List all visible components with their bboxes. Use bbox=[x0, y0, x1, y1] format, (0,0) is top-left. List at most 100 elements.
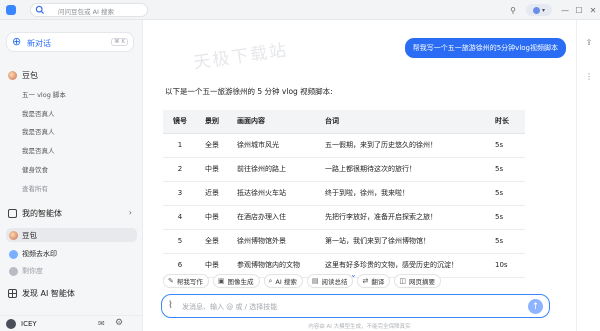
table-header-row: 镜号 景别 画面内容 台词 时长 bbox=[163, 110, 525, 134]
title-bar: 问问豆包或 AI 搜索 ⚲ ▾ — ☐ ✕ bbox=[0, 0, 600, 20]
book-icon: ▤ bbox=[311, 277, 319, 285]
translate-icon: ⇄ bbox=[362, 277, 369, 285]
chip-label: 翻译 bbox=[371, 278, 385, 286]
new-chat-label: 新对话 bbox=[27, 39, 51, 48]
chat-area: 天极下载站 帮我写一个五一旅游徐州的5分钟vlog视频脚本 以下是一个五一旅游徐… bbox=[143, 20, 576, 331]
app-logo bbox=[6, 5, 16, 15]
agent-item-watermark[interactable]: 视频去水印 bbox=[6, 247, 137, 261]
table-cell: 5s bbox=[487, 181, 525, 206]
input-placeholder: 发消息、输入 @ 或 / 选择技能 bbox=[182, 303, 278, 311]
tool-chip-translate[interactable]: ⇄ 翻译 bbox=[357, 274, 391, 288]
history-item[interactable]: 健身饮食 bbox=[22, 164, 48, 174]
agent-label: 豆包 bbox=[22, 230, 37, 240]
my-agents-label: 我的智能体 bbox=[22, 209, 62, 218]
search-box[interactable]: 问问豆包或 AI 搜索 bbox=[30, 3, 148, 17]
tool-chip-image[interactable]: ▣ 图像生成 bbox=[212, 274, 260, 288]
table-cell: 5s bbox=[487, 229, 525, 254]
table-row: 5 全景 徐州博物馆外景 第一站，我们来到了徐州博物馆！ 5s bbox=[163, 229, 525, 254]
table-cell: 终于到啦，徐州，我来啦！ bbox=[317, 181, 487, 206]
tool-chip-webpage[interactable]: ◫ 网页摘要 bbox=[394, 274, 441, 288]
assistant-intro-text: 以下是一个五一旅游徐州的 5 分钟 vlog 视频脚本: bbox=[165, 87, 333, 96]
watermark: 天极下载站 bbox=[192, 40, 290, 74]
table-cell: 中景 bbox=[197, 157, 229, 182]
new-chat-button[interactable]: ⊕ 新对话 ⌘ K bbox=[6, 32, 134, 52]
doubao-label: 豆包 bbox=[22, 71, 38, 80]
table-header: 画面内容 bbox=[229, 110, 317, 134]
table-header: 镜号 bbox=[163, 110, 197, 134]
shortcut-hint: ⌘ K bbox=[111, 38, 128, 46]
user-avatar[interactable] bbox=[6, 319, 16, 329]
tool-chip-summary[interactable]: ▤ 阅读总结 bbox=[306, 274, 354, 288]
history-item[interactable]: 我是否真人 bbox=[22, 126, 55, 136]
user-footer: ICEY ✉ ⚙ bbox=[0, 315, 143, 331]
table-cell: 5s bbox=[487, 157, 525, 182]
maximize-icon[interactable]: ☐ bbox=[572, 3, 586, 17]
attach-icon[interactable]: ⌇ bbox=[168, 300, 173, 311]
table-cell: 中景 bbox=[197, 205, 229, 230]
history-item[interactable]: 我是否真人 bbox=[22, 108, 55, 118]
history-item[interactable]: 五一 vlog 脚本 bbox=[22, 89, 66, 99]
skill-toolbar: ✎ 帮我写作 ▣ 图像生成 ⌕ AI 搜索 ▤ 阅读总结 ⇄ 翻译 ◫ 网页摘要 bbox=[163, 274, 441, 288]
minimize-icon[interactable]: — bbox=[558, 3, 572, 17]
table-cell: 10s bbox=[487, 253, 525, 278]
share-icon[interactable]: ⇪ bbox=[583, 36, 595, 48]
robot-icon bbox=[8, 209, 17, 218]
view-all-link[interactable]: 查看所有 bbox=[22, 183, 48, 193]
tool-chip-search[interactable]: ⌕ AI 搜索 bbox=[263, 274, 303, 288]
table-row: 4 中景 在酒店办理入住 先把行李放好，准备开启探索之旅！ 5s bbox=[163, 205, 525, 230]
search-placeholder: 问问豆包或 AI 搜索 bbox=[58, 8, 114, 16]
script-table: 镜号 景别 画面内容 台词 时长 1 全景 徐州城市风光 五一假期，来到了历史悠… bbox=[163, 110, 525, 290]
table-header: 台词 bbox=[317, 110, 487, 134]
agent-label: 视频去水印 bbox=[22, 250, 57, 258]
chevron-right-icon[interactable]: › bbox=[129, 208, 132, 217]
history-item[interactable]: 我是否真人 bbox=[22, 145, 55, 155]
profile-menu[interactable]: ▾ bbox=[526, 4, 552, 16]
table-cell: 5s bbox=[487, 205, 525, 230]
table-cell: 前往徐州的路上 bbox=[229, 157, 317, 182]
image-icon: ▣ bbox=[217, 277, 225, 285]
profile-avatar bbox=[532, 6, 540, 14]
agent-item-doubao[interactable]: 豆包 bbox=[6, 228, 137, 242]
table-row: 2 中景 前往徐州的路上 一路上都很期待这次的旅行！ 5s bbox=[163, 157, 525, 182]
agent-avatar bbox=[9, 249, 18, 259]
pin-icon[interactable]: ⚲ bbox=[506, 3, 520, 17]
agent-item-partial[interactable]: 剩你度 bbox=[6, 264, 137, 278]
table-cell: 5 bbox=[163, 229, 197, 254]
doubao-avatar bbox=[9, 230, 18, 240]
table-cell: 3 bbox=[163, 181, 197, 206]
sidebar-item-doubao[interactable]: 豆包 bbox=[8, 70, 38, 81]
send-button[interactable]: ↑ bbox=[528, 299, 543, 314]
table-cell: 先把行李放好，准备开启探索之旅！ bbox=[317, 205, 487, 230]
chip-label: 图像生成 bbox=[227, 278, 254, 286]
gear-icon[interactable]: ⚙ bbox=[115, 318, 123, 328]
table-header: 景别 bbox=[197, 110, 229, 134]
agent-avatar bbox=[9, 266, 18, 276]
table-cell: 5s bbox=[487, 133, 525, 158]
message-input[interactable]: ⌇ 发消息、输入 @ 或 / 选择技能 ↑ bbox=[161, 294, 550, 318]
chip-label: 帮我写作 bbox=[176, 278, 203, 286]
doubao-avatar bbox=[8, 71, 17, 80]
chip-label: AI 搜索 bbox=[275, 278, 297, 286]
more-icon[interactable]: ⋮ bbox=[583, 70, 595, 82]
table-cell: 在酒店办理入住 bbox=[229, 205, 317, 230]
discover-agents-link[interactable]: 发现 AI 智能体 bbox=[8, 288, 75, 299]
table-cell: 2 bbox=[163, 157, 197, 182]
table-cell: 1 bbox=[163, 133, 197, 158]
disclaimer-text: 内容由 AI 大模型生成，不能完全保障真实 bbox=[308, 324, 411, 330]
table-cell: 五一假期，来到了历史悠久的徐州！ bbox=[317, 133, 487, 158]
chevron-down-icon: ▾ bbox=[541, 6, 545, 14]
right-toolbar: ⇪ ⋮ bbox=[576, 20, 600, 331]
mail-icon[interactable]: ✉ bbox=[98, 319, 105, 328]
table-cell: 第一站，我们来到了徐州博物馆！ bbox=[317, 229, 487, 254]
sidebar: ⊕ 新对话 ⌘ K 豆包 五一 vlog 脚本 我是否真人 我是否真人 我是否真… bbox=[0, 20, 143, 331]
table-cell: 近景 bbox=[197, 181, 229, 206]
table-row: 3 近景 抵达徐州火车站 终于到啦，徐州，我来啦！ 5s bbox=[163, 181, 525, 206]
user-message-bubble: 帮我写一个五一旅游徐州的5分钟vlog视频脚本 bbox=[404, 38, 566, 58]
web-icon: ◫ bbox=[399, 277, 406, 285]
my-agents-header[interactable]: 我的智能体 bbox=[8, 208, 62, 219]
plus-icon: ⊕ bbox=[12, 35, 22, 48]
search-icon: ⌕ bbox=[268, 276, 273, 285]
table-row: 1 全景 徐州城市风光 五一假期，来到了历史悠久的徐州！ 5s bbox=[163, 133, 525, 158]
close-icon[interactable]: ✕ bbox=[586, 3, 600, 17]
tool-chip-writing[interactable]: ✎ 帮我写作 bbox=[163, 274, 209, 288]
